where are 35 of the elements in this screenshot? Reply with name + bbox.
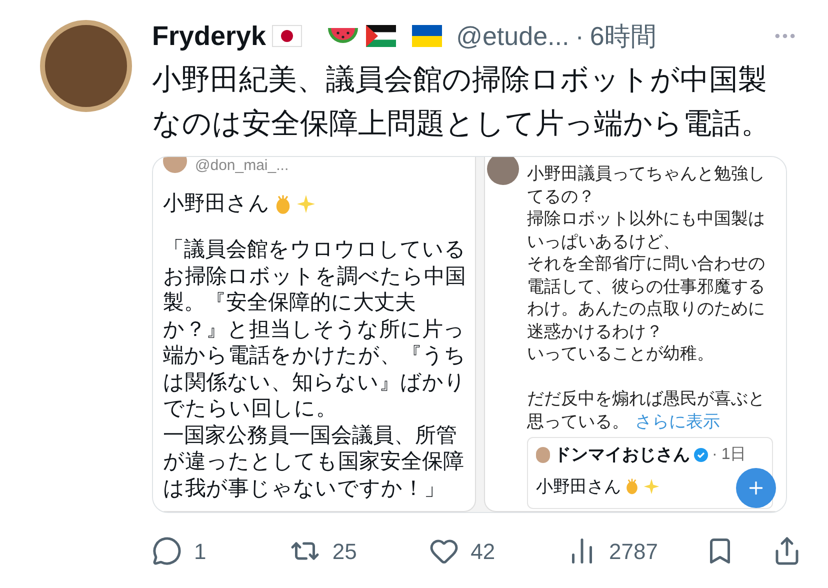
action-count: 2787 (608, 538, 658, 566)
reply-text: それを全部省庁に問い合わせの電話して、彼らの仕事邪魔するわけ。あんたの点取りのために迷惑かけるわけ？ (527, 253, 766, 342)
verified-badge-icon (694, 448, 708, 462)
quote-text: 小野田さん (536, 476, 621, 498)
flag-icon (366, 25, 396, 47)
sparkles-icon (643, 478, 660, 495)
embedded-quote-card[interactable]: ドンマイおじさん · 1日 小野田さん (527, 437, 773, 509)
attached-screenshot[interactable] (152, 156, 787, 513)
flag-icon (272, 25, 302, 47)
author-handle[interactable]: @etude... (456, 16, 570, 56)
quoted-post-text: 「議員会館をウロウロしているお掃除ロボットを調べたら中国製。『安全保障的に大丈夫か？』と担当しそうな所に片っ端から電話をかけたが、『うちは関係ない、知らない』ばかりでたらい回しに。 (163, 237, 466, 422)
action-count: 1 (194, 538, 206, 566)
greeting-text: 小野田さん (163, 191, 270, 218)
avatar (536, 446, 550, 463)
user-handle: @don_mai_... (195, 157, 289, 176)
reply-text: いっていることが幼稚。 (527, 343, 715, 365)
quoted-post-text: 一国家公務員一国会議員、所管が違ったとしても国家安全保障は我が事じゃないですか！」 (163, 422, 465, 502)
show-more-link[interactable]: さらに表示 (635, 412, 720, 430)
reply-icon[interactable] (152, 536, 182, 566)
author-name[interactable]: Fryderyk (152, 16, 266, 56)
flag-icon (412, 25, 442, 47)
reply-text: 小野田議員ってちゃんと勉強してるの？ (527, 163, 766, 208)
quote-time: 1日 (721, 444, 746, 465)
reply-text: 掃除ロボット以外にも中国製はいっぱいあるけど、 (527, 208, 766, 252)
compose-button[interactable] (736, 468, 776, 508)
post-time[interactable]: 6時間 (590, 16, 656, 56)
reply-text: だだ反中を煽れば愚民が喜ぶと思っている。 さらに表示 (527, 388, 766, 432)
post-text: 小野田紀美、議員会館の掃除ロボットが中国製なのは安全保障上問題として片っ端から電話。 (152, 63, 771, 142)
separator: · (575, 20, 584, 52)
avatar (487, 157, 519, 185)
action-count: 25 (332, 538, 357, 566)
separator: · (712, 444, 718, 465)
action-count: 42 (470, 538, 496, 566)
sparkles-icon (296, 194, 316, 214)
quote-author-name: ドンマイおじさん (554, 444, 690, 466)
